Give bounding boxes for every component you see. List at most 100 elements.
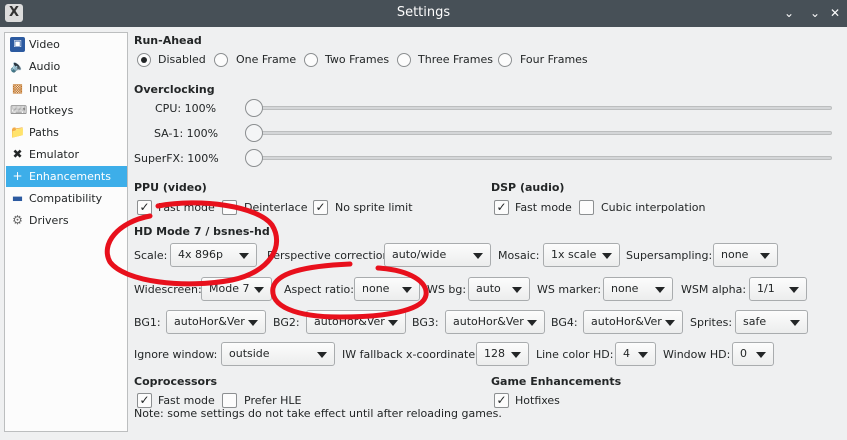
hotfixes-checkbox[interactable]: ✓ bbox=[494, 393, 509, 408]
cubic-interpolation-label: Cubic interpolation bbox=[601, 201, 706, 214]
coprocessor-fast-mode-checkbox[interactable]: ✓ bbox=[137, 393, 152, 408]
perspective-label: Perspective correction: bbox=[267, 249, 394, 262]
deinterlace-label: Deinterlace bbox=[244, 201, 308, 214]
radio-three-frames[interactable] bbox=[397, 53, 411, 67]
wsm-alpha-label: WSM alpha: bbox=[681, 283, 747, 296]
widescreen-select[interactable]: Mode 7 bbox=[201, 277, 272, 301]
iw-fallback-label: IW fallback x-coordinate: bbox=[342, 348, 479, 361]
reload-note: Note: some settings do not take effect u… bbox=[134, 407, 502, 420]
chevron-down-icon bbox=[388, 320, 398, 326]
radio-two-frames[interactable] bbox=[304, 53, 318, 67]
sidebar-item-compatibility[interactable]: ▬ Compatibility bbox=[6, 188, 127, 209]
sidebar-item-paths[interactable]: 📁 Paths bbox=[6, 122, 127, 143]
perspective-value: auto/wide bbox=[392, 248, 447, 261]
chevron-down-icon bbox=[511, 352, 521, 358]
sa1-slider-handle[interactable] bbox=[245, 124, 263, 142]
supersampling-label: Supersampling: bbox=[626, 249, 713, 262]
hotfixes-label: Hotfixes bbox=[515, 394, 560, 407]
sidebar-item-label: Enhancements bbox=[29, 170, 111, 183]
radio-disabled[interactable] bbox=[137, 53, 151, 67]
chevron-down-icon bbox=[789, 287, 799, 293]
close-icon[interactable]: ✕ bbox=[826, 4, 844, 22]
window-hd-value: 0 bbox=[740, 347, 747, 360]
sa1-slider-track[interactable] bbox=[252, 131, 832, 135]
supersampling-select[interactable]: none bbox=[713, 243, 778, 267]
mosaic-label: Mosaic: bbox=[498, 249, 540, 262]
chevron-down-icon bbox=[248, 320, 258, 326]
coprocessors-title: Coprocessors bbox=[134, 375, 218, 388]
run-ahead-title: Run-Ahead bbox=[134, 34, 202, 47]
sidebar-item-emulator[interactable]: ✖ Emulator bbox=[6, 144, 127, 165]
radio-four-frames[interactable] bbox=[498, 53, 512, 67]
ppu-fast-mode-checkbox[interactable]: ✓ bbox=[137, 200, 152, 215]
ws-bg-select[interactable]: auto bbox=[468, 277, 530, 301]
sidebar-item-drivers[interactable]: ⚙ Drivers bbox=[6, 210, 127, 231]
minimize-icon[interactable]: ⌄ bbox=[806, 4, 824, 22]
bg4-value: autoHor&Ver bbox=[591, 315, 662, 328]
wsm-alpha-select[interactable]: 1/1 bbox=[749, 277, 807, 301]
iw-fallback-select[interactable]: 128 bbox=[476, 342, 529, 366]
ignore-window-value: outside bbox=[229, 347, 270, 360]
cpu-slider-track[interactable] bbox=[252, 106, 832, 110]
perspective-select[interactable]: auto/wide bbox=[384, 243, 491, 267]
bg3-label: BG3: bbox=[412, 316, 439, 329]
bg4-select[interactable]: autoHor&Ver bbox=[583, 310, 683, 334]
ignore-window-select[interactable]: outside bbox=[221, 342, 335, 366]
line-color-hd-select[interactable]: 4 bbox=[615, 342, 656, 366]
deinterlace-checkbox[interactable] bbox=[222, 200, 237, 215]
cpu-slider-handle[interactable] bbox=[245, 99, 263, 117]
slider-name: SuperFX: bbox=[134, 152, 184, 165]
gear-icon: ⚙ bbox=[12, 213, 23, 227]
bg4-label: BG4: bbox=[551, 316, 578, 329]
bg1-value: autoHor&Ver bbox=[174, 315, 245, 328]
game-enhancements-title: Game Enhancements bbox=[491, 375, 622, 388]
bg1-select[interactable]: autoHor&Ver bbox=[166, 310, 266, 334]
window-hd-select[interactable]: 0 bbox=[732, 342, 774, 366]
sidebar-item-label: Audio bbox=[29, 60, 61, 73]
folder-icon: 📁 bbox=[10, 125, 25, 139]
dsp-fast-mode-label: Fast mode bbox=[515, 201, 572, 214]
superfx-slider-track[interactable] bbox=[252, 156, 832, 160]
hd-mode7-title: HD Mode 7 / bsnes-hd bbox=[134, 225, 270, 238]
no-sprite-limit-checkbox[interactable]: ✓ bbox=[313, 200, 328, 215]
scale-select[interactable]: 4x 896p bbox=[170, 243, 257, 267]
sidebar-item-label: Emulator bbox=[29, 148, 79, 161]
ws-bg-value: auto bbox=[476, 282, 501, 295]
sidebar: ▣ Video 🔈 Audio ▩ Input ⌨ Hotkeys 📁 Path… bbox=[4, 32, 128, 432]
superfx-label: SuperFX: 100% bbox=[134, 152, 219, 165]
chevron-down-icon bbox=[756, 352, 766, 358]
bg2-select[interactable]: autoHor&Ver bbox=[306, 310, 406, 334]
sidebar-item-video[interactable]: ▣ Video bbox=[6, 34, 127, 55]
aspect-ratio-select[interactable]: none bbox=[354, 277, 420, 301]
sidebar-item-hotkeys[interactable]: ⌨ Hotkeys bbox=[6, 100, 127, 121]
radio-one-frame[interactable] bbox=[214, 53, 228, 67]
sidebar-item-label: Input bbox=[29, 82, 58, 95]
aspect-ratio-label: Aspect ratio: bbox=[284, 283, 354, 296]
bg3-select[interactable]: autoHor&Ver bbox=[445, 310, 545, 334]
prefer-hle-checkbox[interactable] bbox=[222, 393, 237, 408]
radio-label: One Frame bbox=[236, 53, 297, 66]
superfx-slider-handle[interactable] bbox=[245, 149, 263, 167]
line-color-hd-value: 4 bbox=[623, 347, 630, 360]
chevron-down-icon[interactable]: ⌄ bbox=[780, 4, 798, 22]
ws-marker-select[interactable]: none bbox=[603, 277, 673, 301]
sprites-select[interactable]: safe bbox=[735, 310, 808, 334]
minus-icon: ▬ bbox=[11, 191, 24, 205]
radio-label: Three Frames bbox=[418, 53, 494, 66]
sidebar-item-label: Compatibility bbox=[29, 192, 103, 205]
ws-marker-value: none bbox=[611, 282, 639, 295]
sidebar-item-enhancements[interactable]: + Enhancements bbox=[6, 166, 127, 187]
aspect-ratio-value: none bbox=[362, 282, 390, 295]
sa1-label: SA-1: 100% bbox=[154, 127, 218, 140]
mosaic-select[interactable]: 1x scale bbox=[543, 243, 620, 267]
widescreen-label: Widescreen: bbox=[134, 283, 202, 296]
bg2-label: BG2: bbox=[273, 316, 300, 329]
bg3-value: autoHor&Ver bbox=[453, 315, 524, 328]
window-hd-label: Window HD: bbox=[663, 348, 731, 361]
slider-name: SA-1: bbox=[154, 127, 184, 140]
chevron-down-icon bbox=[527, 320, 537, 326]
sidebar-item-input[interactable]: ▩ Input bbox=[6, 78, 127, 99]
sidebar-item-audio[interactable]: 🔈 Audio bbox=[6, 56, 127, 77]
cubic-interpolation-checkbox[interactable] bbox=[579, 200, 594, 215]
dsp-fast-mode-checkbox[interactable]: ✓ bbox=[494, 200, 509, 215]
